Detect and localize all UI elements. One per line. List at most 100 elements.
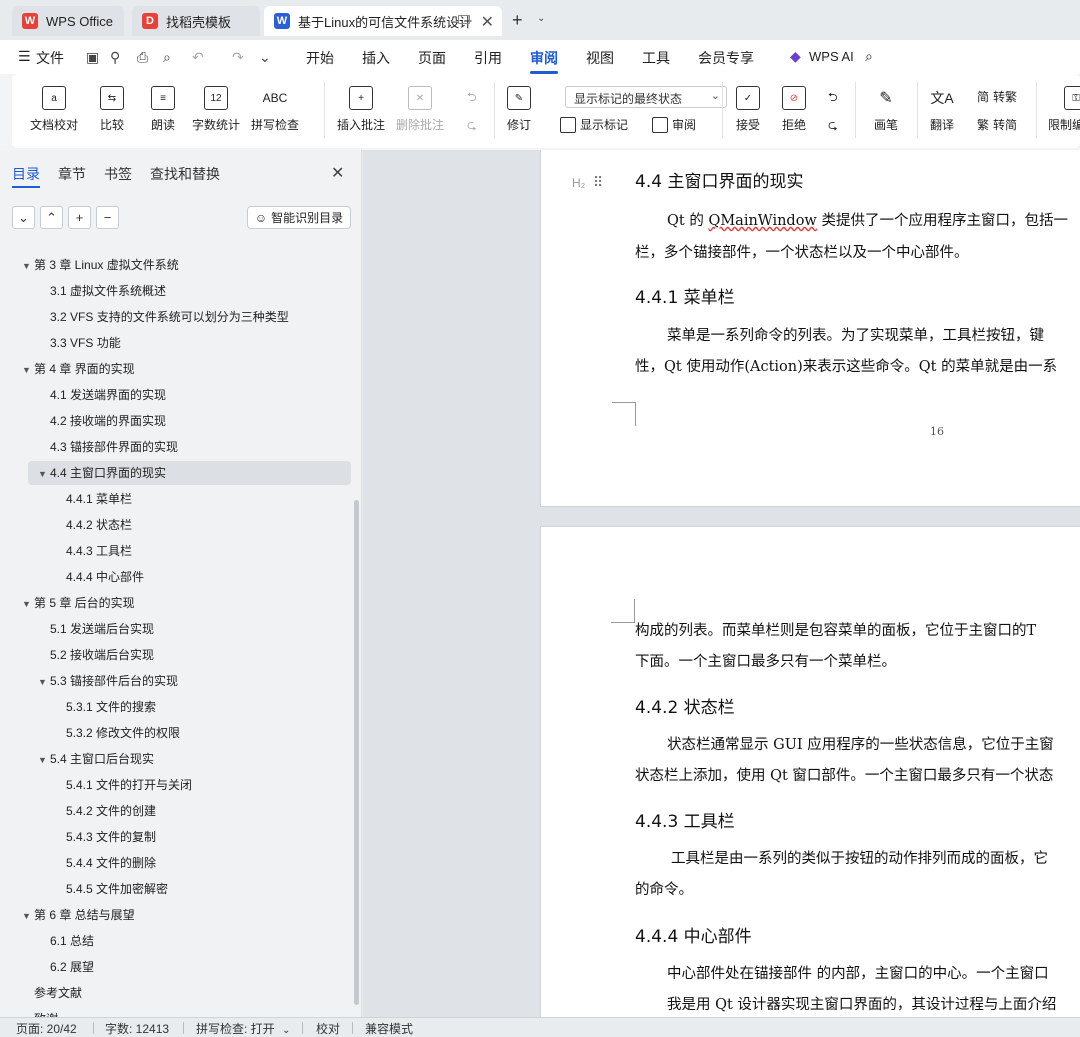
markup-mode-select[interactable]: 显示标记的最终状态 ⌄	[565, 86, 727, 108]
caret-down-icon[interactable]: ▼	[38, 671, 50, 693]
review-pane-button[interactable]: 审阅	[652, 116, 696, 133]
caret-down-icon[interactable]: ▼	[22, 359, 34, 381]
close-icon[interactable]: ✕	[481, 12, 494, 32]
smart-toc-button[interactable]: ☺ 智能识别目录	[247, 206, 351, 229]
heading-level-badge[interactable]: H₂	[572, 176, 585, 190]
tab-docer[interactable]: D 找稻壳模板	[132, 6, 260, 36]
toc-item[interactable]: ▼ 第 6 章 总结与展望	[22, 904, 135, 926]
monitor-icon[interactable]	[458, 15, 470, 24]
tab-wps-office[interactable]: W WPS Office	[12, 6, 124, 36]
toc-item[interactable]: ▼ 第 5 章 后台的实现	[22, 592, 135, 614]
word-count-button[interactable]: 12 字数统计	[192, 86, 240, 133]
toc-item[interactable]: ▼ 5.3 锚接部件后台的实现	[38, 670, 178, 692]
nav-scrollbar[interactable]	[354, 500, 359, 1005]
next-change-icon[interactable]: ⮎	[828, 116, 838, 137]
toc-item[interactable]: ▼ 第 4 章 界面的实现	[22, 358, 135, 380]
toc-item[interactable]: 4.2 接收端的界面实现	[38, 410, 166, 432]
compare-button[interactable]: ⇆ 比较	[100, 86, 124, 133]
page-indicator[interactable]: 页面: 20/42	[16, 1020, 77, 1037]
toc-item[interactable]: 5.4.4 文件的删除	[54, 852, 156, 874]
reject-button[interactable]: ⊘ 拒绝	[782, 86, 806, 133]
to-traditional-button[interactable]: 简 转繁	[977, 88, 1017, 105]
toc-item[interactable]: 3.1 虚拟文件系统概述	[38, 280, 166, 302]
doc-proofread-button[interactable]: a 文档校对	[30, 86, 78, 133]
toc-item[interactable]: 5.4.5 文件加密解密	[54, 878, 168, 900]
menu-page[interactable]: 页面	[418, 48, 446, 68]
restrict-edit-button[interactable]: ⚿ 限制编	[1048, 86, 1080, 133]
toc-item[interactable]: 参考文献	[22, 982, 82, 1004]
track-changes-button[interactable]: ✎ 修订	[507, 86, 531, 133]
toc-item[interactable]: 5.1 发送端后台实现	[38, 618, 154, 640]
nav-tab-find-replace[interactable]: 查找和替换	[150, 164, 220, 184]
prev-comment-icon[interactable]: ⮌	[467, 88, 477, 109]
redo-icon[interactable]: ↷	[232, 49, 244, 66]
share-icon[interactable]: ⚲	[110, 49, 120, 66]
new-tab-icon[interactable]: +	[512, 10, 523, 31]
to-simplified-button[interactable]: 繁 转简	[977, 116, 1017, 133]
toc-item[interactable]: 4.4.1 菜单栏	[54, 488, 132, 510]
delete-comment-button[interactable]: ✕ 删除批注	[396, 86, 444, 133]
menu-file[interactable]: 文件	[36, 48, 64, 68]
word-count-indicator[interactable]: 字数: 12413	[105, 1020, 169, 1037]
toc-item[interactable]: 4.4.3 工具栏	[54, 540, 132, 562]
menu-tools[interactable]: 工具	[642, 48, 670, 68]
caret-down-icon[interactable]: ▼	[22, 905, 34, 927]
print-icon[interactable]: ⎙	[137, 49, 148, 66]
toc-item[interactable]: 4.4.4 中心部件	[54, 566, 144, 588]
tab-document[interactable]: W 基于Linux的可信文件系统设计 ✕	[264, 6, 502, 36]
read-aloud-button[interactable]: ≡ 朗读	[151, 86, 175, 133]
translate-button[interactable]: 文A 翻译	[930, 86, 954, 133]
insert-comment-button[interactable]: + 插入批注	[337, 86, 385, 133]
save-icon[interactable]: ▣	[86, 49, 99, 66]
menu-membership[interactable]: 会员专享	[698, 48, 754, 68]
prev-change-icon[interactable]: ⮌	[828, 88, 838, 109]
hamburger-icon[interactable]: ☰	[18, 48, 31, 65]
menu-review[interactable]: 审阅	[530, 48, 558, 68]
toc-item[interactable]: 致谢	[22, 1008, 58, 1017]
toc-item[interactable]: ▼ 4.4 主窗口界面的现实	[38, 462, 166, 484]
spell-check-button[interactable]: ABC 拼写检查	[251, 86, 299, 133]
search-icon[interactable]: ⌕	[865, 48, 873, 65]
proofread-indicator[interactable]: 校对	[316, 1020, 340, 1037]
undo-icon[interactable]: ↶	[192, 49, 204, 66]
caret-down-icon[interactable]: ▼	[22, 255, 34, 277]
toc-item[interactable]: 5.3.1 文件的搜索	[54, 696, 156, 718]
menu-wps-ai[interactable]: WPS AI	[809, 49, 854, 64]
toc-item[interactable]: 6.1 总结	[38, 930, 94, 952]
menu-reference[interactable]: 引用	[474, 48, 502, 68]
caret-down-icon[interactable]: ▼	[38, 749, 50, 771]
expand-up-button[interactable]: ⌃	[40, 206, 63, 229]
toc-item[interactable]: 5.2 接收端后台实现	[38, 644, 154, 666]
toc-item[interactable]: 4.1 发送端界面的实现	[38, 384, 166, 406]
menu-home[interactable]: 开始	[306, 48, 334, 68]
toc-item[interactable]: ▼ 5.4 主窗口后台现实	[38, 748, 154, 770]
toc-item[interactable]: 4.3 锚接部件界面的实现	[38, 436, 178, 458]
caret-down-icon[interactable]: ▼	[38, 463, 50, 485]
toc-item[interactable]: 5.4.1 文件的打开与关闭	[54, 774, 192, 796]
spell-check-indicator[interactable]: 拼写检查: 打开 ⌄	[196, 1020, 290, 1037]
toc-item[interactable]: 5.3.2 修改文件的权限	[54, 722, 180, 744]
toc-item[interactable]: 3.2 VFS 支持的文件系统可以划分为三种类型	[38, 306, 289, 328]
nav-tab-bookmarks[interactable]: 书签	[104, 164, 132, 184]
print-preview-icon[interactable]: ⌕	[163, 49, 171, 66]
close-icon[interactable]: ✕	[331, 163, 344, 183]
collapse-all-button[interactable]: ⌄	[12, 206, 35, 229]
nav-tab-sections[interactable]: 章节	[58, 164, 86, 184]
remove-heading-button[interactable]: −	[96, 206, 119, 229]
next-comment-icon[interactable]: ⮎	[467, 116, 477, 137]
toc-item[interactable]: 5.4.3 文件的复制	[54, 826, 156, 848]
drag-handle-icon[interactable]: ⠿	[593, 174, 603, 191]
add-heading-button[interactable]: +	[68, 206, 91, 229]
caret-down-icon[interactable]: ▼	[22, 593, 34, 615]
menu-insert[interactable]: 插入	[362, 48, 390, 68]
toc-item[interactable]: 3.3 VFS 功能	[38, 332, 121, 354]
pen-button[interactable]: ✎ 画笔	[874, 86, 898, 133]
nav-tab-toc[interactable]: 目录	[12, 164, 40, 184]
chevron-down-icon[interactable]: ⌄	[537, 13, 545, 24]
toc-item[interactable]: 4.4.2 状态栏	[54, 514, 132, 536]
accept-button[interactable]: ✓ 接受	[736, 86, 760, 133]
toc-item[interactable]: 6.2 展望	[38, 956, 94, 978]
toc-item[interactable]: ▼ 第 3 章 Linux 虚拟文件系统	[22, 254, 179, 276]
toc-item[interactable]: 5.4.2 文件的创建	[54, 800, 156, 822]
menu-view[interactable]: 视图	[586, 48, 614, 68]
